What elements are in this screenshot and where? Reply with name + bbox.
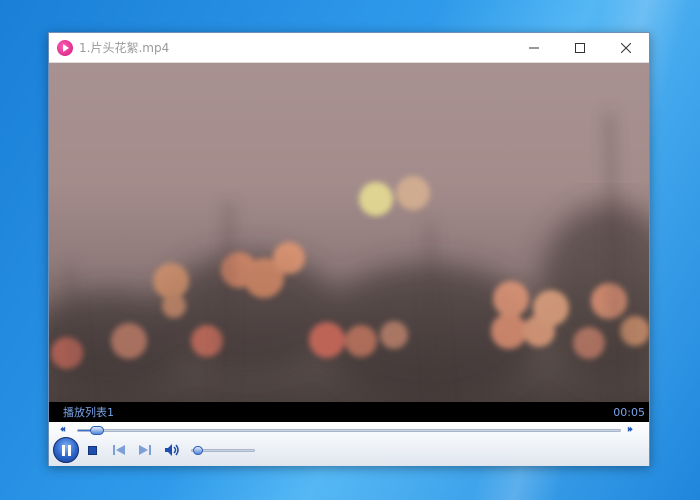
close-icon — [621, 43, 631, 53]
info-bar: 播放列表1 00:05 — [49, 402, 649, 422]
maximize-button[interactable] — [557, 33, 603, 63]
media-player-icon — [57, 39, 73, 56]
control-panel: ⏴⏴ ⏵⏵ — [49, 422, 649, 466]
playback-buttons — [49, 436, 649, 466]
maximize-icon — [575, 43, 585, 53]
speaker-icon — [165, 444, 179, 456]
title-bar[interactable]: 1.片头花絮.mp4 — [49, 33, 649, 63]
time-display: 00:05 — [613, 405, 645, 419]
seek-row: ⏴⏴ ⏵⏵ — [49, 424, 649, 436]
previous-button[interactable] — [112, 443, 126, 457]
playlist-label[interactable]: 播放列表1 — [63, 404, 114, 420]
pause-button[interactable] — [53, 437, 79, 463]
seek-thumb[interactable] — [90, 426, 105, 435]
video-frame-bokeh — [49, 112, 649, 402]
next-button[interactable] — [138, 443, 152, 457]
minimize-icon — [529, 47, 539, 49]
seek-bar[interactable] — [77, 426, 621, 435]
volume-button[interactable] — [164, 443, 182, 457]
volume-slider[interactable] — [191, 446, 255, 455]
next-icon — [139, 445, 151, 455]
video-display[interactable] — [49, 63, 649, 402]
minimize-button[interactable] — [511, 33, 557, 63]
pause-icon — [60, 444, 72, 456]
previous-icon — [113, 445, 125, 455]
stop-icon — [87, 445, 97, 455]
stop-button[interactable] — [85, 443, 99, 457]
rewind-icon[interactable]: ⏴⏴ — [60, 424, 66, 436]
window-controls — [511, 33, 649, 63]
volume-thumb[interactable] — [193, 446, 204, 455]
close-button[interactable] — [603, 33, 649, 63]
window-title: 1.片头花絮.mp4 — [79, 41, 170, 55]
media-player-window: 1.片头花絮.mp4 播放列表1 00:05 ⏴⏴ ⏵⏵ — [48, 32, 650, 466]
fast-forward-icon[interactable]: ⏵⏵ — [627, 424, 633, 436]
